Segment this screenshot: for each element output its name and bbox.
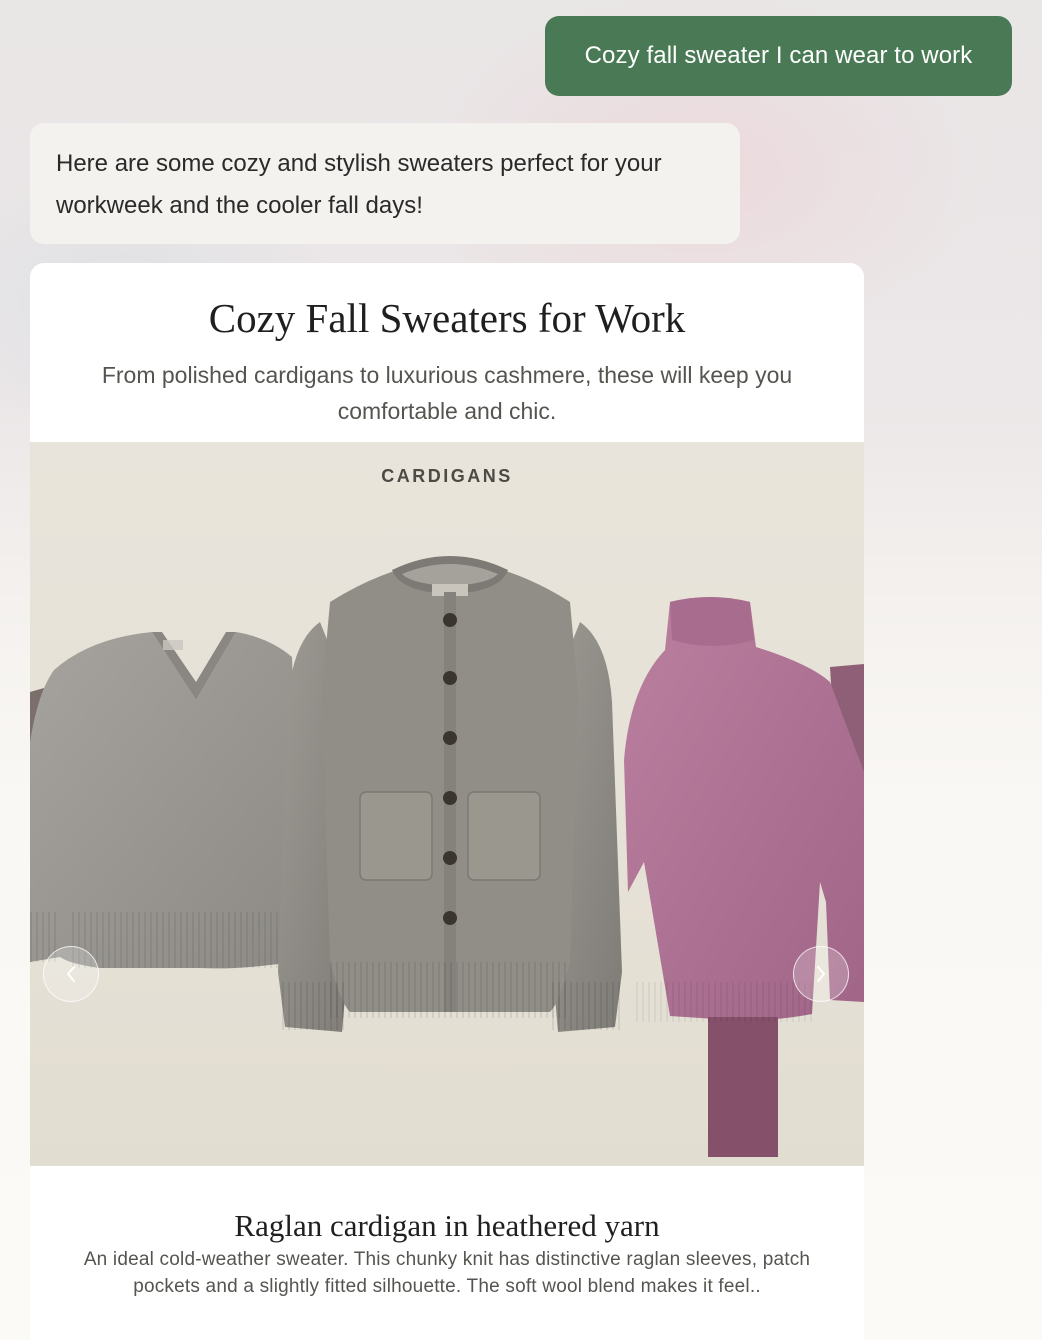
pink-turtleneck-sweater bbox=[624, 597, 864, 1157]
chevron-right-icon bbox=[817, 966, 825, 982]
carousel-products bbox=[30, 556, 864, 1157]
assistant-message-bubble: Here are some cozy and stylish sweaters … bbox=[30, 123, 740, 244]
product-name[interactable]: Raglan cardigan in heathered yarn bbox=[30, 1206, 864, 1246]
user-message-text: Cozy fall sweater I can wear to work bbox=[584, 42, 973, 69]
assistant-message-text: Here are some cozy and stylish sweaters … bbox=[56, 150, 662, 219]
user-message-bubble: Cozy fall sweater I can wear to work bbox=[545, 16, 1012, 96]
product-description: An ideal cold-weather sweater. This chun… bbox=[83, 1249, 811, 1297]
raglan-cardigan bbox=[278, 556, 622, 1032]
card-title: Cozy Fall Sweaters for Work bbox=[208, 295, 686, 341]
product-carousel[interactable]: CARDIGANS bbox=[30, 442, 864, 1166]
category-label: CARDIGANS bbox=[381, 466, 513, 486]
chevron-left-icon bbox=[67, 966, 75, 982]
card-subtitle: From polished cardigans to luxurious cas… bbox=[101, 362, 793, 424]
grey-vneck-sweater bbox=[30, 632, 300, 969]
carousel-prev-button[interactable] bbox=[43, 946, 99, 1002]
carousel-next-button[interactable] bbox=[793, 946, 849, 1002]
product-card: Cozy Fall Sweaters for Work From polishe… bbox=[30, 263, 864, 1340]
